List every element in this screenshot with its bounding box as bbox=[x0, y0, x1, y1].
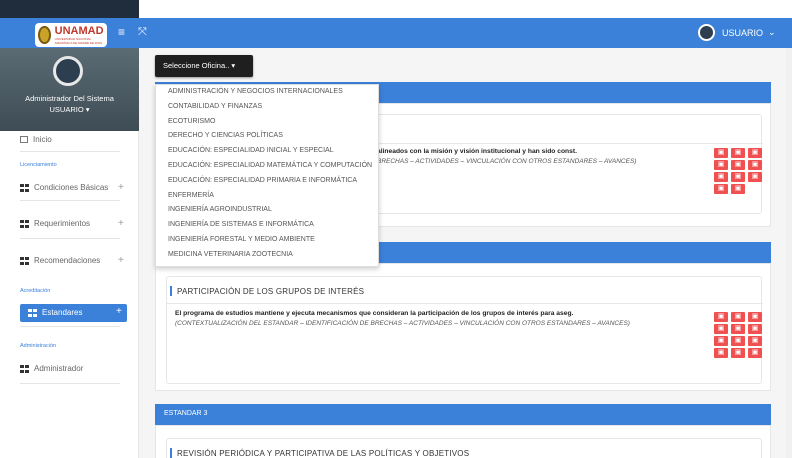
document-icon[interactable]: ▣ bbox=[731, 148, 745, 158]
sidebar-item-administrator[interactable]: Administrador bbox=[20, 364, 83, 373]
seal-icon bbox=[38, 26, 51, 44]
avatar bbox=[53, 56, 83, 86]
office-dropdown-menu: ADMINISTRACIÓN Y NEGOCIOS INTERNACIONALE… bbox=[155, 84, 379, 267]
logo-subtitle: UNIVERSIDAD NACIONAL AMAZÓNICA DE MADRE … bbox=[54, 36, 103, 45]
standard-2-title: PARTICIPACIÓN DE LOS GRUPOS DE INTERÉS bbox=[169, 286, 365, 296]
profile-name: Administrador Del Sistema bbox=[25, 94, 114, 103]
divider bbox=[20, 200, 120, 201]
dropdown-option[interactable]: ENFERMERÍA bbox=[156, 189, 378, 204]
divider bbox=[20, 326, 120, 327]
dropdown-option[interactable]: MEDICINA VETERINARIA ZOOTECNIA bbox=[156, 248, 378, 263]
dropdown-option[interactable]: INGENIERÍA FORESTAL Y MEDIO AMBIENTE bbox=[156, 233, 378, 248]
sidebar-item-recommendations[interactable]: Recomendaciones bbox=[20, 256, 100, 265]
document-icon[interactable]: ▣ bbox=[731, 184, 745, 194]
chevron-down-icon[interactable]: ⌄ bbox=[768, 27, 776, 38]
document-icon[interactable]: ▣ bbox=[748, 172, 762, 182]
grid-icon bbox=[20, 256, 29, 265]
page-scrollbar[interactable] bbox=[786, 48, 792, 458]
document-icon[interactable]: ▣ bbox=[714, 172, 728, 182]
grid-icon bbox=[20, 219, 29, 228]
sidebar-item-basic-conditions[interactable]: Condiciones Básicas bbox=[20, 183, 108, 192]
document-icon[interactable]: ▣ bbox=[714, 160, 728, 170]
document-icon[interactable]: ▣ bbox=[748, 324, 762, 334]
sidebar-item-label: Recomendaciones bbox=[34, 256, 101, 265]
standard-1-text: alineados con la misión y visión institu… bbox=[377, 148, 577, 155]
document-icon[interactable]: ▣ bbox=[748, 160, 762, 170]
standard-3-card: REVISIÓN PERIÓDICA Y PARTICIPATIVA DE LA… bbox=[166, 438, 762, 458]
document-icon[interactable]: ▣ bbox=[731, 312, 745, 322]
document-icon[interactable]: ▣ bbox=[731, 324, 745, 334]
top-navbar: UNAMAD UNIVERSIDAD NACIONAL AMAZÓNICA DE … bbox=[0, 0, 792, 48]
document-icon[interactable]: ▣ bbox=[731, 348, 745, 358]
section-accreditation: Acreditación bbox=[20, 288, 51, 294]
sidebar: Administrador Del Sistema USUARIO ▾ Inic… bbox=[0, 48, 139, 458]
dropdown-option[interactable]: DERECHO Y CIENCIAS POLÍTICAS bbox=[156, 129, 378, 144]
hamburger-icon[interactable]: ≡ bbox=[118, 26, 130, 38]
home-icon bbox=[20, 136, 28, 144]
document-icon[interactable]: ▣ bbox=[714, 184, 728, 194]
sidebar-item-label: Inicio bbox=[33, 135, 52, 144]
document-icon[interactable]: ▣ bbox=[714, 336, 728, 346]
sidebar-item-label: Estandares bbox=[42, 308, 83, 317]
divider bbox=[20, 151, 120, 152]
document-icon[interactable]: ▣ bbox=[714, 324, 728, 334]
expand-plus-icon[interactable]: + bbox=[118, 182, 124, 193]
university-logo[interactable]: UNAMAD UNIVERSIDAD NACIONAL AMAZÓNICA DE … bbox=[35, 23, 107, 47]
standard-1-subtext: BRECHAS – ACTIVIDADES – VINCULACIÓN CON … bbox=[377, 158, 637, 165]
document-icon[interactable]: ▣ bbox=[748, 348, 762, 358]
dropdown-option[interactable]: CONTABILIDAD Y FINANZAS bbox=[156, 100, 378, 115]
document-icon[interactable]: ▣ bbox=[748, 336, 762, 346]
profile-panel: Administrador Del Sistema USUARIO ▾ bbox=[0, 48, 139, 131]
standard-3-title: REVISIÓN PERIÓDICA Y PARTICIPATIVA DE LA… bbox=[169, 448, 470, 458]
expand-plus-icon[interactable]: + bbox=[116, 306, 122, 317]
expand-plus-icon[interactable]: + bbox=[118, 255, 124, 266]
expand-plus-icon[interactable]: + bbox=[118, 218, 124, 229]
user-avatar[interactable] bbox=[698, 24, 715, 41]
dropdown-option[interactable]: INGENIERÍA DE SISTEMAS E INFORMÁTICA bbox=[156, 218, 378, 233]
standard-2-actions: ▣ ▣ ▣ ▣ ▣ ▣ ▣ ▣ ▣ ▣ ▣ ▣ bbox=[714, 312, 764, 359]
standard-2-subtext: (CONTEXTUALIZACIÓN DEL ESTANDAR – IDENTI… bbox=[175, 320, 630, 327]
divider bbox=[20, 238, 120, 239]
user-menu-label[interactable]: USUARIO bbox=[722, 28, 763, 38]
document-icon[interactable]: ▣ bbox=[714, 148, 728, 158]
standard-2-text: El programa de estudios mantiene y ejecu… bbox=[175, 310, 574, 317]
dropdown-option[interactable]: EDUCACIÓN: ESPECIALIDAD MATEMÁTICA Y COM… bbox=[156, 159, 378, 174]
sidebar-item-label: Condiciones Básicas bbox=[34, 183, 109, 192]
dropdown-option[interactable]: ECOTURISMO bbox=[156, 115, 378, 130]
sidebar-item-standards[interactable]: Estandares + bbox=[20, 304, 127, 322]
grid-icon bbox=[20, 364, 29, 373]
document-icon[interactable]: ▣ bbox=[714, 312, 728, 322]
document-icon[interactable]: ▣ bbox=[714, 348, 728, 358]
document-icon[interactable]: ▣ bbox=[748, 312, 762, 322]
logo-text: UNAMAD bbox=[54, 24, 104, 37]
dropdown-option[interactable]: ADMINISTRACIÓN Y NEGOCIOS INTERNACIONALE… bbox=[156, 85, 378, 100]
document-icon[interactable]: ▣ bbox=[731, 172, 745, 182]
standard-2-card: PARTICIPACIÓN DE LOS GRUPOS DE INTERÉS E… bbox=[166, 276, 764, 384]
profile-user-menu[interactable]: USUARIO ▾ bbox=[0, 105, 139, 114]
document-icon[interactable]: ▣ bbox=[731, 160, 745, 170]
standard-3-header: ESTANDAR 3 bbox=[155, 404, 771, 425]
sidebar-item-requirements[interactable]: Requerimientos bbox=[20, 219, 90, 228]
document-icon[interactable]: ▣ bbox=[731, 336, 745, 346]
sidebar-item-label: Administrador bbox=[34, 364, 84, 373]
sidebar-item-label: Requerimientos bbox=[34, 219, 91, 228]
divider bbox=[20, 383, 120, 384]
document-icon[interactable]: ▣ bbox=[748, 148, 762, 158]
section-administration: Administración bbox=[20, 343, 57, 349]
dropdown-option[interactable]: EDUCACIÓN: ESPECIALIDAD INICIAL Y ESPECI… bbox=[156, 144, 378, 159]
standard-3-panel: REVISIÓN PERIÓDICA Y PARTICIPATIVA DE LA… bbox=[155, 425, 771, 458]
dropdown-option[interactable]: INGENIERÍA AGROINDUSTRIAL bbox=[156, 203, 378, 218]
dropdown-option[interactable]: EDUCACIÓN: ESPECIALIDAD PRIMARIA E INFOR… bbox=[156, 174, 378, 189]
section-licensing: Licenciamiento bbox=[20, 162, 57, 168]
office-select-button[interactable]: Seleccione Oficina.. ▾ bbox=[155, 55, 253, 77]
sidebar-item-home[interactable]: Inicio bbox=[20, 135, 52, 144]
expand-icon[interactable]: ⤧ bbox=[138, 27, 147, 38]
standard-1-actions: ▣ ▣ ▣ ▣ ▣ ▣ ▣ ▣ ▣ ▣ ▣ bbox=[714, 148, 764, 195]
grid-icon bbox=[28, 308, 37, 317]
grid-icon bbox=[20, 183, 29, 192]
standard-2-panel: PARTICIPACIÓN DE LOS GRUPOS DE INTERÉS E… bbox=[155, 263, 771, 391]
